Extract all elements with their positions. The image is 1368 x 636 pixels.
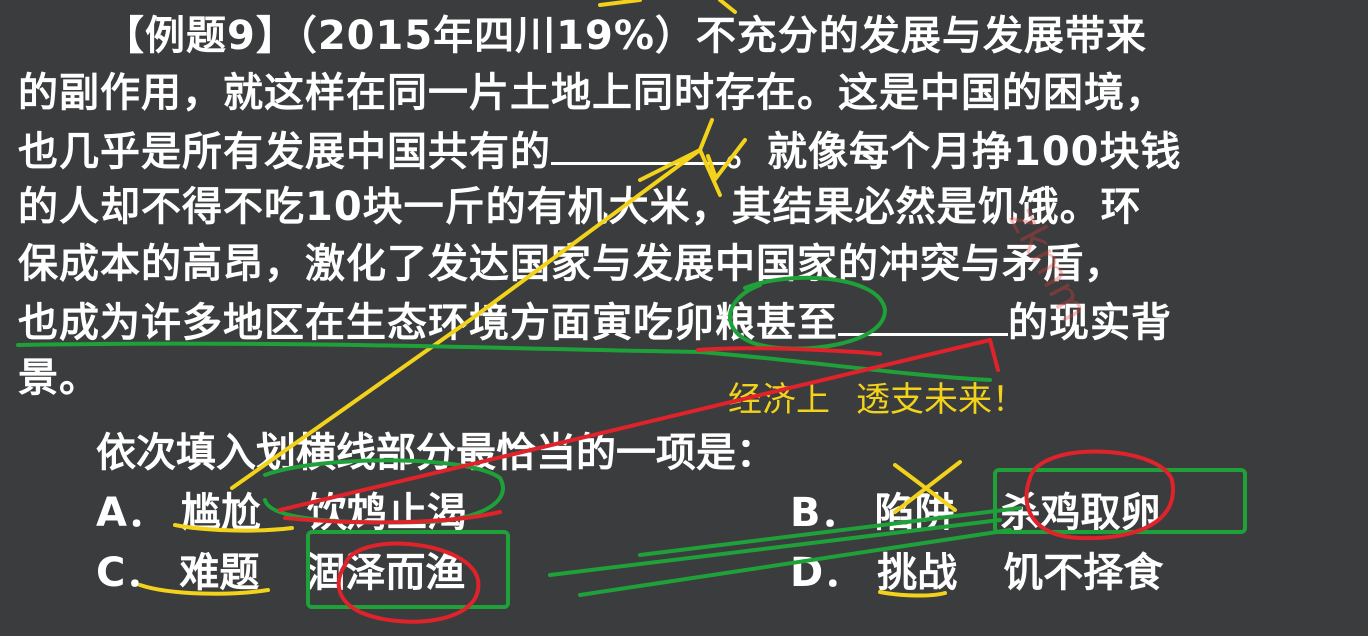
passage-line-5: 保成本的高昂，激化了发达国家与发展中国家的冲突与矛盾， — [18, 241, 1125, 287]
blank-1 — [551, 122, 726, 165]
passage: 【例题9】（2015年四川19%）不充分的发展与发展带来 的副作用，就这样在同一… — [18, 8, 1358, 407]
option-c-word-2: 涸泽而渔 — [305, 550, 466, 596]
option-b-letter: B． — [790, 490, 861, 536]
option-a: A． 尴尬 饮鸩止渴 — [96, 480, 467, 538]
passage-line-2: 的副作用，就这样在同一片土地上同时存在。这是中国的困境， — [18, 70, 1166, 116]
passage-line-3: 也几乎是所有发展中国共有的 。就像每个月挣100块钱 — [18, 122, 1358, 179]
option-b-word-1: 陷阱 — [874, 490, 955, 536]
option-a-word-2: 饮鸩止渴 — [306, 490, 467, 536]
passage-line-7: 景。 — [18, 355, 100, 401]
option-d: D． 挑战 饥不择食 — [790, 540, 1163, 598]
note-overdraw-future: 透支未来！ — [856, 380, 1026, 420]
option-c-word-1: 难题 — [179, 550, 260, 596]
passage-line-6: 也成为许多地区在生态环境方面寅吃卯粮甚至 的现实背 — [18, 293, 1358, 350]
option-c: C． 难题 涸泽而渔 — [96, 540, 465, 598]
handwritten-note: 经济上 透支未来！ — [728, 372, 1026, 421]
blank-2 — [838, 293, 1008, 336]
option-c-letter: C． — [96, 550, 166, 596]
passage-line-4: 的人却不得不吃10块一斤的有机大米，其结果必然是饥饿。环 — [18, 184, 1142, 230]
option-d-letter: D． — [790, 550, 864, 596]
option-a-letter: A． — [96, 490, 167, 536]
option-b-word-2: 杀鸡取卵 — [1000, 490, 1161, 536]
note-economy: 经济上 — [728, 380, 830, 420]
question-prompt: 依次填入划横线部分最恰当的一项是： — [96, 430, 776, 476]
option-b: B． 陷阱 杀鸡取卵 — [790, 480, 1161, 538]
option-d-word-1: 挑战 — [877, 550, 958, 596]
option-d-word-2: 饥不择食 — [1003, 550, 1164, 596]
option-a-word-1: 尴尬 — [180, 490, 261, 536]
slide: 【例题9】（2015年四川19%）不充分的发展与发展带来 的副作用，就这样在同一… — [0, 0, 1368, 636]
passage-line-1: 【例题9】（2015年四川19%）不充分的发展与发展带来 — [104, 13, 1147, 59]
